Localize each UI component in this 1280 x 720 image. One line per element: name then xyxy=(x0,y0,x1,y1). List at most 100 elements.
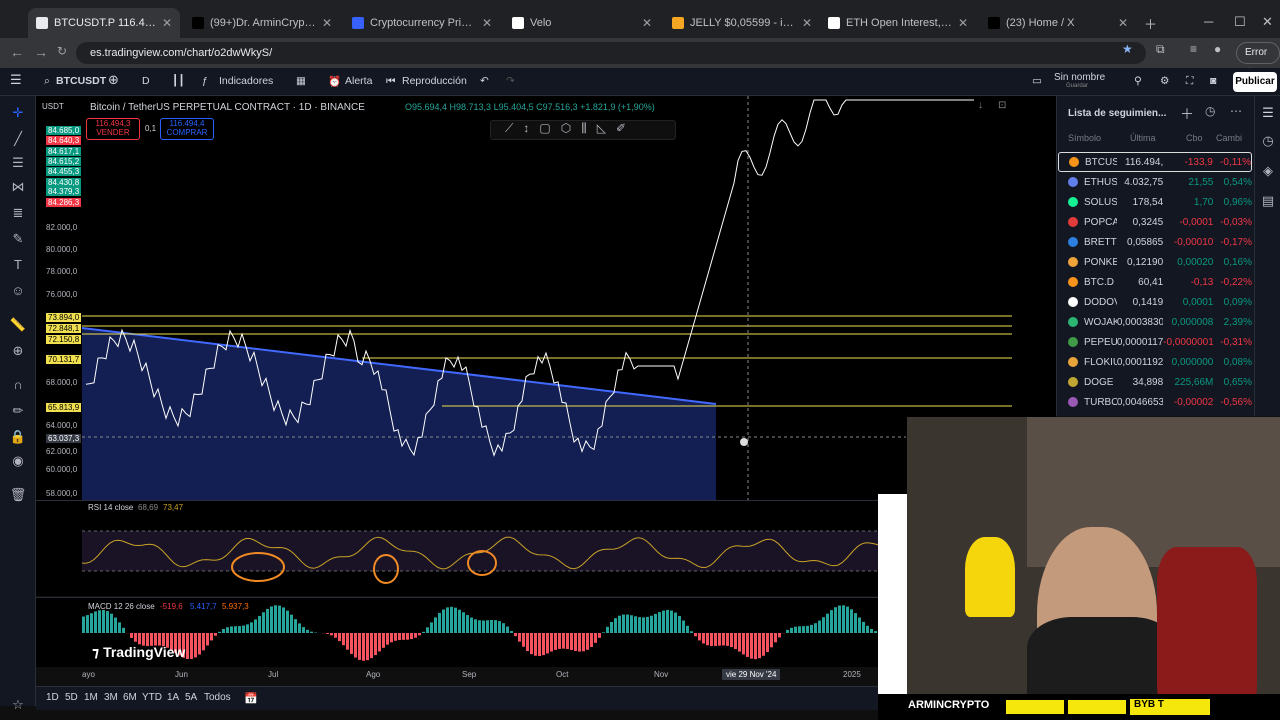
watchlist-icon[interactable]: ☰ xyxy=(1259,104,1277,122)
browser-tab[interactable]: Cryptocurrency Prices, Charts A ✕ xyxy=(344,8,500,38)
fib-icon[interactable]: ☰ xyxy=(9,154,27,172)
watchlist-row[interactable]: ETHUSI 4.032,75 21,55 0,54% xyxy=(1058,172,1252,192)
range-button-ytd[interactable]: YTD xyxy=(142,692,162,703)
trash-icon[interactable]: 🗑 xyxy=(9,486,27,504)
tab-close-icon[interactable]: ✕ xyxy=(802,16,812,30)
watchlist-options-icon[interactable]: ◷ xyxy=(1205,104,1215,118)
media-icon[interactable]: ≡ xyxy=(1190,42,1197,56)
watchlist-column-header[interactable]: Cambi xyxy=(1216,133,1242,143)
buy-button[interactable]: 116.494,4 COMPRAR xyxy=(160,118,214,140)
profile-avatar-icon[interactable]: ● xyxy=(1214,42,1221,56)
magnet-icon[interactable]: ∩ xyxy=(9,376,27,394)
watchlist-column-header[interactable]: Última xyxy=(1130,133,1156,143)
watchlist-row[interactable]: TURBO 0,0046653 -0,00002 -0,56% xyxy=(1058,392,1252,412)
layers-icon[interactable]: ◈ xyxy=(1259,162,1277,180)
rsi-pane[interactable] xyxy=(36,500,879,596)
back-icon[interactable]: ← xyxy=(10,44,24,60)
lock-drawing-icon[interactable]: ✏ xyxy=(9,402,27,420)
tab-close-icon[interactable]: ✕ xyxy=(482,16,492,30)
undo-icon[interactable]: ↶ xyxy=(480,75,489,87)
watchlist-column-header[interactable]: Cbo xyxy=(1186,133,1203,143)
interval-button[interactable]: D xyxy=(142,75,150,87)
watchlist-row[interactable]: BRETTI 0,05865 -0,00010 -0,17% xyxy=(1058,232,1252,252)
watchlist-row[interactable]: DOGE 34,898 225,66M 0,65% xyxy=(1058,372,1252,392)
currency-selector[interactable]: USDT xyxy=(42,102,64,111)
snapshot-icon[interactable]: ◙ xyxy=(1210,75,1216,87)
add-symbol-icon[interactable]: ＋ xyxy=(1180,104,1194,124)
extensions-icon[interactable]: ⧉ xyxy=(1156,42,1165,57)
range-button-5d[interactable]: 5D xyxy=(65,692,78,703)
watchlist-row[interactable]: DODOV 0,1419 0,0001 0,09% xyxy=(1058,292,1252,312)
watchlist-row[interactable]: SOLUSI 178,54 1,70 0,96% xyxy=(1058,192,1252,212)
watchlist-row[interactable]: POPCA 0,3245 -0,0001 -0,03% xyxy=(1058,212,1252,232)
indicators-icon[interactable]: ƒ xyxy=(202,75,208,87)
visibility-icon[interactable]: ◉ xyxy=(9,452,27,470)
browser-tab[interactable]: BTCUSDT.P 116.494,3 ▼ -0.11% ✕ xyxy=(28,8,180,38)
chart-type-icon[interactable]: ┃┃ xyxy=(172,75,185,87)
tv-menu-icon[interactable]: ☰ xyxy=(10,72,22,88)
browser-tab[interactable]: (99+)Dr. ArminCrypto (@armin ✕ xyxy=(184,8,340,38)
text-icon[interactable]: T xyxy=(9,256,27,274)
publish-button[interactable]: Publicar xyxy=(1233,72,1277,92)
tab-close-icon[interactable]: ✕ xyxy=(642,16,652,30)
scroll-down-icon[interactable]: ↓ xyxy=(978,100,983,111)
new-tab-icon[interactable]: ＋ xyxy=(1144,14,1157,33)
symbol-search-icon[interactable]: ⌕ xyxy=(44,75,50,88)
lock-icon[interactable]: 🔒 xyxy=(9,428,27,446)
browser-tab[interactable]: ETH Open Interest, Funding Ra ✕ xyxy=(820,8,976,38)
bookmark-star-icon[interactable]: ★ xyxy=(1122,42,1133,56)
trendline-icon[interactable]: ╱ xyxy=(9,130,27,148)
maximize-icon[interactable]: ☐ xyxy=(1234,14,1246,30)
tab-close-icon[interactable]: ✕ xyxy=(1118,16,1128,30)
watchlist-row[interactable]: FLOKIU 0,0001192 0,000000 0,08% xyxy=(1058,352,1252,372)
maximize-pane-icon[interactable]: ⊡ xyxy=(998,100,1006,111)
watchlist-title[interactable]: Lista de seguimien... xyxy=(1068,108,1166,119)
range-button-1m[interactable]: 1M xyxy=(84,692,98,703)
emoji-icon[interactable]: ☺ xyxy=(9,282,27,300)
layout-name[interactable]: Sin nombre xyxy=(1054,72,1105,83)
range-button-6m[interactable]: 6M xyxy=(123,692,137,703)
alert-icon[interactable]: ⏰ xyxy=(328,75,341,88)
browser-tab[interactable]: Velo ✕ xyxy=(504,8,660,38)
tab-close-icon[interactable]: ✕ xyxy=(162,16,172,30)
watchlist-row[interactable]: BTC.D 60,41 -0,13 -0,22% xyxy=(1058,272,1252,292)
range-button-todos[interactable]: Todos xyxy=(204,692,231,703)
range-button-5a[interactable]: 5A xyxy=(185,692,197,703)
browser-tab[interactable]: JELLY $0,05599 - immortal jelly ✕ xyxy=(664,8,820,38)
settings-icon[interactable]: ⚙ xyxy=(1160,75,1169,87)
url-field[interactable]: es.tradingview.com/chart/o2dwWkyS/ xyxy=(76,42,1146,64)
redo-icon[interactable]: ↷ xyxy=(506,75,515,87)
tab-close-icon[interactable]: ✕ xyxy=(322,16,332,30)
zoom-icon[interactable]: ⊕ xyxy=(9,342,27,360)
range-button-3m[interactable]: 3M xyxy=(104,692,118,703)
forecast-icon[interactable]: ≣ xyxy=(9,204,27,222)
watchlist-row[interactable]: WOJAK 0,0003830 0,000008 2,39% xyxy=(1058,312,1252,332)
watchlist-more-icon[interactable]: ⋯ xyxy=(1230,104,1242,118)
forward-icon[interactable]: → xyxy=(34,44,48,60)
chat-icon[interactable]: ▤ xyxy=(1259,192,1277,210)
browser-tab[interactable]: (23) Home / X ✕ xyxy=(980,8,1136,38)
tab-close-icon[interactable]: ✕ xyxy=(958,16,968,30)
range-button-1a[interactable]: 1A xyxy=(167,692,179,703)
watchlist-row[interactable]: PONKE 0,12190 0,00020 0,16% xyxy=(1058,252,1252,272)
ruler-icon[interactable]: 📏 xyxy=(9,316,27,334)
quick-search-icon[interactable]: ⚲ xyxy=(1134,75,1142,87)
replay-icon[interactable]: ⏮ xyxy=(386,75,395,88)
indicators-button[interactable]: Indicadores xyxy=(219,75,273,87)
watchlist-column-header[interactable]: Símbolo xyxy=(1068,133,1101,143)
crosshair-icon[interactable]: ✛ xyxy=(9,104,27,122)
minimize-icon[interactable]: ─ xyxy=(1204,14,1213,29)
error-button[interactable]: Error ⋮ xyxy=(1236,42,1280,78)
close-window-icon[interactable]: ✕ xyxy=(1262,14,1273,30)
alert-button[interactable]: Alerta xyxy=(345,75,372,87)
main-chart[interactable] xyxy=(36,96,1056,500)
symbol-button[interactable]: BTCUSDT xyxy=(56,75,106,87)
favorites-star-icon[interactable]: ☆ xyxy=(9,696,27,714)
floating-drawing-toolbar[interactable]: ⟋↕▢⬡⫼◺✐ xyxy=(490,120,676,140)
layouts-icon[interactable]: ▦ xyxy=(296,75,306,87)
reload-icon[interactable]: ↻ xyxy=(57,44,67,58)
watchlist-row[interactable]: PEPEUS0,0000117-0,0000001 -0,31% xyxy=(1058,332,1252,352)
fullscreen-icon[interactable]: ⛶ xyxy=(1186,75,1193,88)
range-button-1d[interactable]: 1D xyxy=(46,692,59,703)
brush-icon[interactable]: ✎ xyxy=(9,230,27,248)
